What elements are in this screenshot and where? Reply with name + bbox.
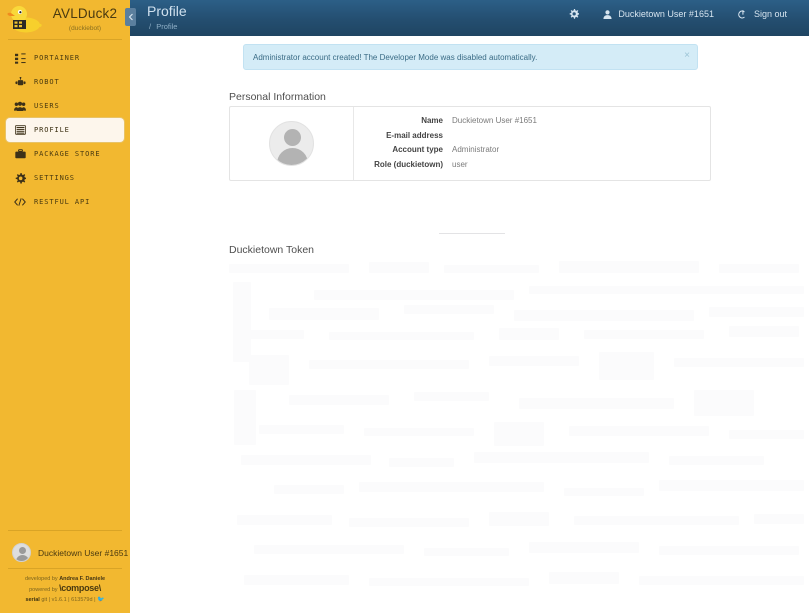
sidebar-item-robot[interactable]: ROBOT xyxy=(6,70,124,94)
footer-powered-by: powered by \compose\ xyxy=(8,584,122,595)
field-row-role: Role (duckietown) user xyxy=(354,160,710,175)
header: Profile / Profile Duckietown User #1651 xyxy=(125,0,809,36)
sidebar-item-label: USERS xyxy=(34,102,60,110)
sidebar-user[interactable]: Duckietown User #1651 xyxy=(4,537,129,568)
code-icon xyxy=(10,197,30,207)
alert-message: Administrator account created! The Devel… xyxy=(253,52,538,62)
field-label: Name xyxy=(421,116,443,125)
brand[interactable]: AVLDuck2 (duckiebot) xyxy=(0,0,130,36)
footer-serial-label: serial xyxy=(25,597,40,603)
avatar-cell xyxy=(230,107,354,180)
signout-label: Sign out xyxy=(753,9,787,19)
avatar xyxy=(12,543,31,562)
gear-icon xyxy=(569,9,580,19)
sidebar-user-name: Duckietown User #1651 xyxy=(38,547,129,558)
personal-information-panel: Name Duckietown User #1651 E-mail addres… xyxy=(229,106,711,181)
page-title: Profile xyxy=(147,3,187,19)
main-content: Administrator account created! The Devel… xyxy=(130,36,809,613)
field-value: Administrator xyxy=(452,145,500,154)
footer-serial-value: git xyxy=(41,597,48,603)
duckiebot-duck-logo-icon xyxy=(4,3,44,35)
sidebar-item-users[interactable]: USERS xyxy=(6,94,124,118)
duckietown-token-area[interactable] xyxy=(229,260,807,610)
sidebar-item-label: PROFILE xyxy=(34,126,70,134)
gear-icon xyxy=(10,172,30,184)
sidebar-divider-bottom xyxy=(8,530,122,531)
avatar xyxy=(269,121,314,166)
sidebar-item-label: PORTAINER xyxy=(34,54,81,62)
footer-sep-2: | xyxy=(68,597,70,603)
info-alert: Administrator account created! The Devel… xyxy=(243,44,698,70)
chevron-left-icon xyxy=(128,13,134,21)
brand-subtitle: (duckiebot) xyxy=(68,25,102,32)
field-label: Role (duckietown) xyxy=(374,159,443,169)
breadcrumb-separator: / xyxy=(149,22,152,31)
sidebar-footer: developed by Andrea F. Daniele powered b… xyxy=(8,568,122,613)
sidebar-item-label: SETTINGS xyxy=(34,174,75,182)
footer-developed-prefix: developed by xyxy=(24,576,58,582)
field-row-account-type: Account type Administrator xyxy=(354,145,710,160)
field-label: E-mail address xyxy=(386,130,443,140)
sidebar-divider xyxy=(8,39,122,40)
field-value: user xyxy=(452,159,468,169)
duckietown-token-title: Duckietown Token xyxy=(229,244,315,256)
footer-powered-prefix: powered by xyxy=(29,587,58,593)
sidebar-item-profile[interactable]: PROFILE xyxy=(6,118,124,142)
sidebar-item-label: PACKAGE STORE xyxy=(34,150,101,158)
breadcrumb: / Profile xyxy=(149,22,177,31)
footer-serial: serial git | v1.6.1 | 613579d | 🐦 xyxy=(8,595,122,605)
section-divider xyxy=(439,233,505,234)
header-actions: Duckietown User #1651 Sign out xyxy=(557,0,799,28)
footer-sep-3: | xyxy=(94,597,96,603)
personal-information-title: Personal Information xyxy=(229,91,326,103)
sidebar-collapse-toggle[interactable] xyxy=(125,8,136,26)
users-icon xyxy=(10,101,30,112)
signout-button[interactable]: Sign out xyxy=(726,0,799,28)
header-user-name: Duckietown User #1651 xyxy=(618,9,714,19)
sidebar-nav: PORTAINER ROBOT USERS PROFILE PACKAGE ST… xyxy=(0,46,130,214)
footer-sep-1: | xyxy=(48,597,51,603)
field-label: Account type xyxy=(392,145,443,154)
compose-logo: \compose\ xyxy=(59,583,101,593)
sidebar-item-package-store[interactable]: PACKAGE STORE xyxy=(6,142,124,166)
list-icon xyxy=(10,125,30,135)
field-row-email: E-mail address xyxy=(354,131,710,146)
sidebar-item-portainer[interactable]: PORTAINER xyxy=(6,46,124,70)
sidebar-item-label: ROBOT xyxy=(34,78,60,86)
sign-out-icon xyxy=(738,9,748,19)
footer-author: Andrea F. Daniele xyxy=(59,576,106,582)
robot-icon xyxy=(10,76,30,88)
footer-commit: 613579d xyxy=(71,597,93,603)
duck-icon: 🐦 xyxy=(97,597,105,603)
sidebar-item-restful-api[interactable]: RESTFUL API xyxy=(6,190,124,214)
field-row-name: Name Duckietown User #1651 xyxy=(354,116,710,131)
user-menu[interactable]: Duckietown User #1651 xyxy=(591,0,726,28)
brand-title: AVLDuck2 xyxy=(52,6,118,21)
sidebar-item-settings[interactable]: SETTINGS xyxy=(6,166,124,190)
field-value: Duckietown User #1651 xyxy=(452,116,537,125)
settings-button[interactable] xyxy=(557,0,591,28)
sidebar-item-label: RESTFUL API xyxy=(34,198,91,206)
close-icon[interactable]: × xyxy=(684,51,690,61)
breadcrumb-current[interactable]: Profile xyxy=(156,22,177,31)
sidebar: AVLDuck2 (duckiebot) PORTAINER ROBOT USE… xyxy=(0,0,130,613)
sitemap-icon xyxy=(10,52,30,64)
briefcase-icon xyxy=(10,149,30,159)
footer-version: v1.6.1 xyxy=(51,597,67,603)
personal-information-fields: Name Duckietown User #1651 E-mail addres… xyxy=(354,107,710,180)
user-icon xyxy=(603,9,612,19)
